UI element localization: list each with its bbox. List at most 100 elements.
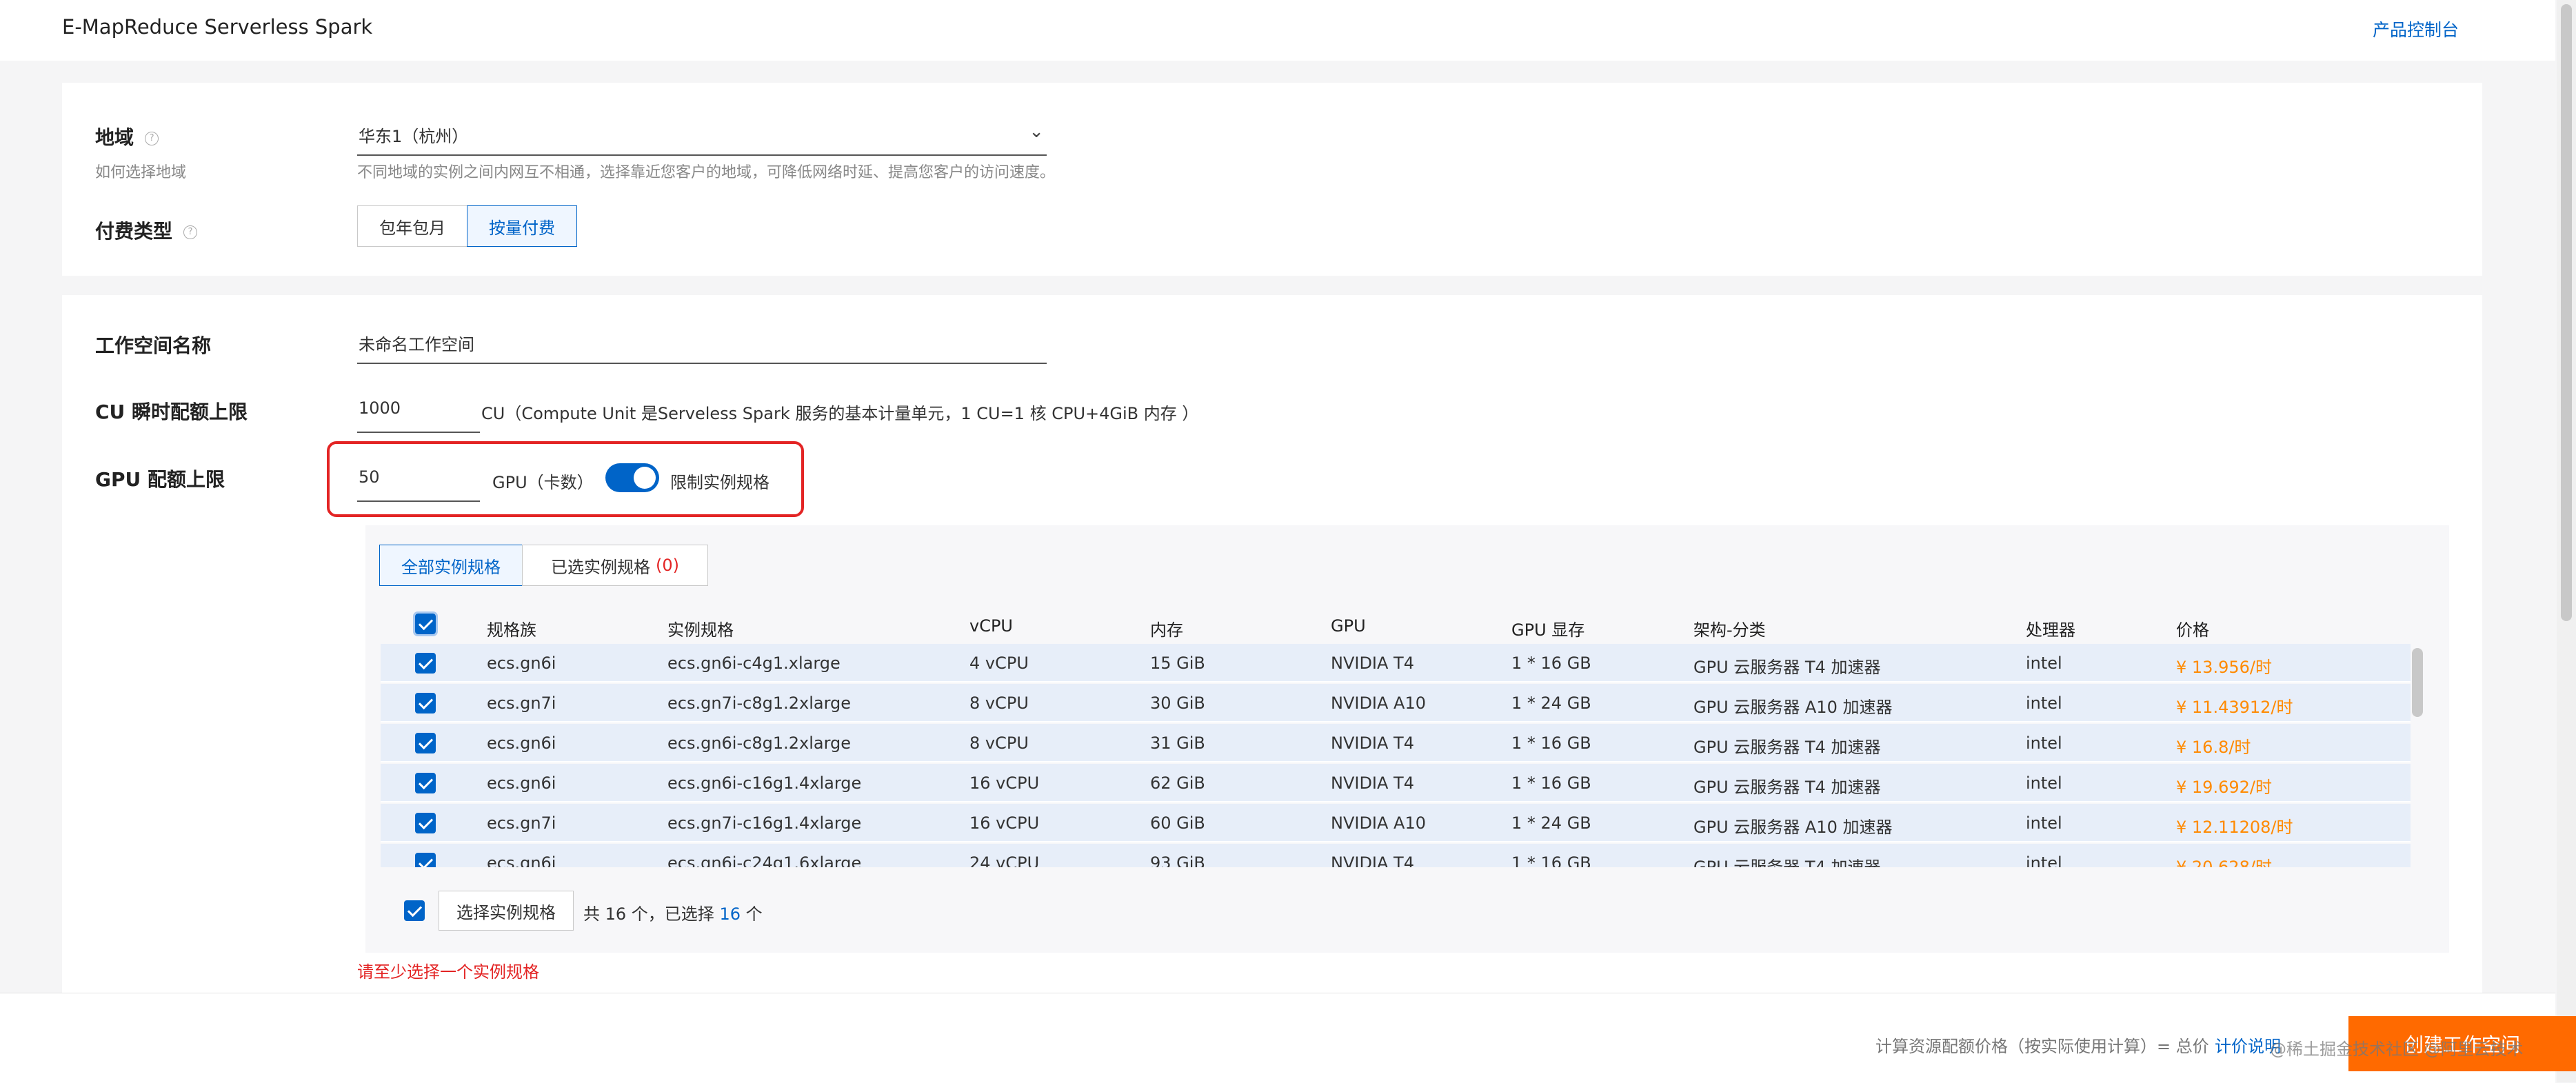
footer-select-checkbox[interactable] [404,900,425,921]
cell-cpu: intel [2026,733,2062,753]
summary-prefix: 共 16 个，已选择 [583,904,720,924]
table-row[interactable]: ecs.gn6i ecs.gn6i-c4g1.xlarge 4 vCPU 15 GiB… [381,644,2411,682]
cell-spec: ecs.gn7i-c16g1.4xlarge [667,813,862,833]
cu-quota-label: CU 瞬时配额上限 [95,401,248,423]
cell-gpu-mem: 1 * 16 GB [1511,654,1591,673]
cell-vcpu: 24 vCPU [969,853,1040,867]
cell-vcpu: 4 vCPU [969,654,1029,673]
tab-selected-specs[interactable]: 已选实例规格 (0) [522,545,708,586]
cell-mem: 62 GiB [1150,773,1205,793]
console-link[interactable]: 产品控制台 [2373,17,2459,41]
app-title: E-MapReduce Serverless Spark [62,15,373,39]
cell-arch: GPU 云服务器 A10 加速器 [1693,818,1893,837]
cell-gpu: NVIDIA A10 [1331,813,1427,833]
instance-spec-table: 规格族 实例规格 vCPU 内存 GPU GPU 显存 架构-分类 处理器 价格… [381,605,2411,867]
cell-mem: 93 GiB [1150,853,1205,867]
page-scrollbar-thumb[interactable] [2561,4,2572,621]
limit-spec-label: 限制实例规格 [670,473,769,492]
gpu-quota-input[interactable]: 50 [357,467,480,502]
region-select[interactable]: 华东1（杭州） ⌄ [357,121,1047,156]
cell-gpu: NVIDIA T4 [1331,773,1414,793]
col-gpu-memory: GPU 显存 [1511,620,1585,640]
cell-vcpu: 8 vCPU [969,733,1029,753]
row-checkbox[interactable] [415,813,436,833]
region-hint: 不同地域的实例之间内网互不相通，选择靠近您客户的地域，可降低网络时延、提高您客户… [357,164,1056,181]
region-label: 地域? [95,123,159,150]
workspace-name-label: 工作空间名称 [95,334,212,357]
table-row[interactable]: ecs.gn6i ecs.gn6i-c16g1.4xlarge 16 vCPU 62 … [381,764,2411,802]
billing-label: 付费类型? [95,216,198,244]
table-row[interactable]: ecs.gn6i ecs.gn6i-c24g1.6xlarge 24 vCPU 93 … [381,844,2411,867]
cell-arch: GPU 云服务器 T4 加速器 [1693,778,1881,797]
table-scrollbar[interactable] [2412,648,2423,717]
cell-gpu: NVIDIA T4 [1331,654,1414,673]
cell-gpu-mem: 1 * 24 GB [1511,813,1591,833]
cell-mem: 30 GiB [1150,694,1205,713]
cell-vcpu: 16 vCPU [969,813,1040,833]
row-checkbox[interactable] [415,653,436,674]
cell-gpu: NVIDIA T4 [1331,853,1414,867]
selected-count-badge: (0) [656,556,679,575]
cell-gpu-mem: 1 * 16 GB [1511,853,1591,867]
cell-cpu: intel [2026,773,2062,793]
table-header: 规格族 实例规格 vCPU 内存 GPU GPU 显存 架构-分类 处理器 价格 [381,605,2411,644]
cell-gpu: NVIDIA T4 [1331,733,1414,753]
table-row[interactable]: ecs.gn6i ecs.gn6i-c8g1.2xlarge 8 vCPU 31 Gi… [381,724,2411,762]
region-help-link[interactable]: 如何选择地域 [95,160,186,182]
billing-option-pay-as-you-go[interactable]: 按量付费 [467,205,577,247]
cell-price: ¥ 11.43912/时 [2176,698,2293,717]
table-row[interactable]: ecs.gn7i ecs.gn7i-c16g1.4xlarge 16 vCPU 60 … [381,804,2411,842]
chevron-down-icon: ⌄ [1029,121,1044,142]
cell-family: ecs.gn6i [487,654,556,673]
cell-spec: ecs.gn6i-c8g1.2xlarge [667,733,852,753]
cell-arch: GPU 云服务器 T4 加速器 [1693,658,1881,677]
cell-spec: ecs.gn6i-c24g1.6xlarge [667,853,862,867]
workspace-name-input[interactable]: 未命名工作空间 [357,331,1047,364]
validation-error: 请至少选择一个实例规格 [357,962,539,982]
region-value: 华东1（杭州） [359,127,469,146]
cu-quota-hint: CU（Compute Unit 是Serveless Spark 服务的基本计量… [481,404,1199,423]
cell-price: ¥ 13.956/时 [2176,658,2272,677]
cell-price: ¥ 20.628/时 [2176,858,2272,867]
select-specs-button[interactable]: 选择实例规格 [439,891,574,931]
summary-count: 16 [719,904,741,924]
cell-arch: GPU 云服务器 T4 加速器 [1693,858,1881,867]
billing-option-subscription[interactable]: 包年包月 [357,205,467,247]
cell-spec: ecs.gn6i-c4g1.xlarge [667,654,841,673]
tab-all-specs[interactable]: 全部实例规格 [379,545,523,586]
row-checkbox[interactable] [415,853,436,867]
cell-price: ¥ 12.11208/时 [2176,818,2293,837]
help-icon[interactable]: ? [145,132,159,145]
selection-summary: 共 16 个，已选择 16 个 [583,900,763,924]
cell-mem: 31 GiB [1150,733,1205,753]
row-checkbox[interactable] [415,693,436,713]
cell-family: ecs.gn7i [487,694,556,713]
row-checkbox[interactable] [415,733,436,753]
cell-spec: ecs.gn7i-c8g1.2xlarge [667,694,852,713]
table-row[interactable]: ecs.gn7i ecs.gn7i-c8g1.2xlarge 8 vCPU 30 Gi… [381,684,2411,722]
cell-mem: 15 GiB [1150,654,1205,673]
gpu-quota-label: GPU 配额上限 [95,468,225,491]
cell-gpu: NVIDIA A10 [1331,694,1427,713]
row-checkbox[interactable] [415,773,436,793]
limit-spec-toggle[interactable] [605,463,659,492]
select-all-checkbox[interactable] [413,611,438,636]
col-processor: 处理器 [2026,620,2075,640]
cell-gpu-mem: 1 * 24 GB [1511,694,1591,713]
help-icon[interactable]: ? [183,225,198,239]
tab-all-specs-label: 全部实例规格 [401,557,501,577]
page-scrollbar[interactable] [2557,0,2576,1082]
col-family: 规格族 [487,620,536,640]
cell-cpu: intel [2026,654,2062,673]
cell-gpu-mem: 1 * 16 GB [1511,773,1591,793]
table-body: ecs.gn6i ecs.gn6i-c4g1.xlarge 4 vCPU 15 GiB… [381,644,2411,867]
billing-label-text: 付费类型 [95,220,173,243]
col-gpu: GPU [1331,616,1366,636]
cell-price: ¥ 19.692/时 [2176,778,2272,797]
summary-suffix: 个 [740,904,763,924]
col-vcpu: vCPU [969,616,1013,636]
cell-cpu: intel [2026,853,2062,867]
cu-quota-input[interactable]: 1000 [357,398,480,433]
cell-arch: GPU 云服务器 T4 加速器 [1693,738,1881,757]
cell-cpu: intel [2026,694,2062,713]
